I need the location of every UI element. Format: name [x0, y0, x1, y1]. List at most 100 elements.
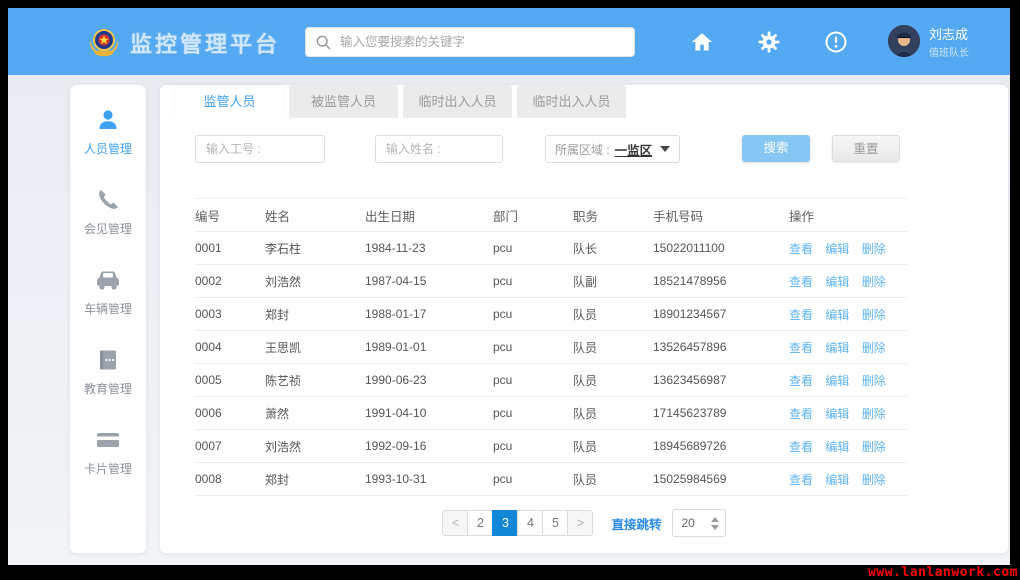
edit-link[interactable]: 编辑 — [825, 407, 849, 421]
cell-dept: pcu — [493, 439, 573, 453]
delete-link[interactable]: 删除 — [862, 440, 886, 454]
sidebar-item-personnel[interactable]: 人员管理 — [70, 107, 146, 157]
table-row: 0008 郑封 1993-10-31 pcu 队员 15025984569 查看… — [195, 463, 907, 496]
gear-icon[interactable] — [757, 30, 781, 54]
table-row: 0003 郑封 1988-01-17 pcu 队员 18901234567 查看… — [195, 298, 907, 331]
cell-name: 刘浩然 — [265, 273, 365, 290]
tab-temporary-access-2[interactable]: 临时出入人员 — [517, 85, 626, 118]
spinner-arrows-icon[interactable] — [711, 517, 719, 530]
table-row: 0006 萧然 1991-04-10 pcu 队员 17145623789 查看… — [195, 397, 907, 430]
edit-link[interactable]: 编辑 — [825, 242, 849, 256]
page-button-2[interactable]: 2 — [467, 510, 493, 536]
edit-link[interactable]: 编辑 — [825, 440, 849, 454]
delete-link[interactable]: 删除 — [862, 341, 886, 355]
col-header-name: 姓名 — [265, 206, 365, 225]
tab-supervised-staff[interactable]: 监管人员 — [175, 85, 284, 118]
page-size-input[interactable] — [682, 516, 708, 530]
page-size-spinner[interactable] — [672, 509, 726, 537]
prev-page-button[interactable]: < — [442, 510, 468, 536]
page-title: 监控管理平台 — [130, 27, 280, 59]
table-row: 0002 刘浩然 1987-04-15 pcu 队副 18521478956 查… — [195, 265, 907, 298]
cell-phone: 18945689726 — [653, 439, 789, 453]
edit-link[interactable]: 编辑 — [825, 341, 849, 355]
sidebar-item-education[interactable]: 教育管理 — [70, 347, 146, 397]
tab-supervised-persons[interactable]: 被监管人员 — [289, 85, 398, 118]
view-link[interactable]: 查看 — [789, 308, 813, 322]
page-button-3[interactable]: 3 — [492, 510, 518, 536]
page-button-4[interactable]: 4 — [517, 510, 543, 536]
cell-actions: 查看 编辑 删除 — [789, 306, 907, 323]
cell-phone: 17145623789 — [653, 406, 789, 420]
main-panel: 监管人员 被监管人员 临时出入人员 临时出入人员 所属区域 : 一监区 搜索 重… — [160, 85, 1008, 553]
home-icon[interactable] — [690, 30, 714, 54]
police-badge-logo — [87, 25, 121, 59]
name-input[interactable] — [375, 135, 503, 163]
header-search-box — [305, 27, 635, 57]
cell-title: 队员 — [573, 372, 653, 389]
cell-actions: 查看 编辑 删除 — [789, 405, 907, 422]
view-link[interactable]: 查看 — [789, 473, 813, 487]
edit-link[interactable]: 编辑 — [825, 275, 849, 289]
cell-dept: pcu — [493, 340, 573, 354]
cell-dept: pcu — [493, 406, 573, 420]
region-select[interactable]: 所属区域 : 一监区 — [545, 135, 680, 163]
cell-actions: 查看 编辑 删除 — [789, 273, 907, 290]
phone-icon — [95, 187, 121, 213]
personnel-table: 编号 姓名 出生日期 部门 职务 手机号码 操作 0001 李石柱 1984-1… — [195, 198, 907, 496]
table-row: 0001 李石柱 1984-11-23 pcu 队长 15022011100 查… — [195, 232, 907, 265]
sidebar-item-cards[interactable]: 卡片管理 — [70, 427, 146, 477]
cell-phone: 18521478956 — [653, 274, 789, 288]
table-body: 0001 李石柱 1984-11-23 pcu 队长 15022011100 查… — [195, 232, 907, 496]
delete-link[interactable]: 删除 — [862, 308, 886, 322]
cell-title: 队员 — [573, 438, 653, 455]
info-icon[interactable] — [824, 30, 848, 54]
cell-dob: 1992-09-16 — [365, 439, 493, 453]
search-button[interactable]: 搜索 — [742, 135, 810, 162]
cell-id: 0004 — [195, 340, 265, 354]
cell-dob: 1987-04-15 — [365, 274, 493, 288]
cell-id: 0003 — [195, 307, 265, 321]
cell-actions: 查看 编辑 删除 — [789, 372, 907, 389]
cell-title: 队员 — [573, 405, 653, 422]
cell-phone: 13526457896 — [653, 340, 789, 354]
cell-actions: 查看 编辑 删除 — [789, 471, 907, 488]
edit-link[interactable]: 编辑 — [825, 374, 849, 388]
view-link[interactable]: 查看 — [789, 374, 813, 388]
delete-link[interactable]: 删除 — [862, 242, 886, 256]
cell-title: 队员 — [573, 339, 653, 356]
page-button-5[interactable]: 5 — [542, 510, 568, 536]
region-select-value: 一监区 — [615, 140, 653, 159]
col-header-id: 编号 — [195, 206, 265, 225]
cell-dob: 1993-10-31 — [365, 472, 493, 486]
table-row: 0005 陈艺祯 1990-06-23 pcu 队员 13623456987 查… — [195, 364, 907, 397]
header-search-input[interactable] — [340, 35, 624, 49]
cell-name: 陈艺祯 — [265, 372, 365, 389]
employee-id-input[interactable] — [195, 135, 325, 163]
reset-button[interactable]: 重置 — [832, 135, 900, 162]
cell-id: 0005 — [195, 373, 265, 387]
view-link[interactable]: 查看 — [789, 440, 813, 454]
sidebar-item-vehicles[interactable]: 车辆管理 — [70, 267, 146, 317]
person-icon — [95, 107, 121, 133]
delete-link[interactable]: 删除 — [862, 473, 886, 487]
delete-link[interactable]: 删除 — [862, 407, 886, 421]
cell-id: 0007 — [195, 439, 265, 453]
edit-link[interactable]: 编辑 — [825, 473, 849, 487]
delete-link[interactable]: 删除 — [862, 275, 886, 289]
view-link[interactable]: 查看 — [789, 275, 813, 289]
next-page-button[interactable]: > — [567, 510, 593, 536]
view-link[interactable]: 查看 — [789, 242, 813, 256]
sidebar-item-meetings[interactable]: 会见管理 — [70, 187, 146, 237]
tab-temporary-access-1[interactable]: 临时出入人员 — [403, 85, 512, 118]
app-frame: 监控管理平台 — [8, 8, 1010, 565]
cell-name: 王思凯 — [265, 339, 365, 356]
delete-link[interactable]: 删除 — [862, 374, 886, 388]
view-link[interactable]: 查看 — [789, 407, 813, 421]
avatar[interactable] — [888, 25, 920, 57]
user-role: 值班队长 — [929, 44, 969, 59]
cell-dob: 1984-11-23 — [365, 241, 493, 255]
edit-link[interactable]: 编辑 — [825, 308, 849, 322]
cell-phone: 15022011100 — [653, 241, 789, 255]
view-link[interactable]: 查看 — [789, 341, 813, 355]
cell-dob: 1988-01-17 — [365, 307, 493, 321]
